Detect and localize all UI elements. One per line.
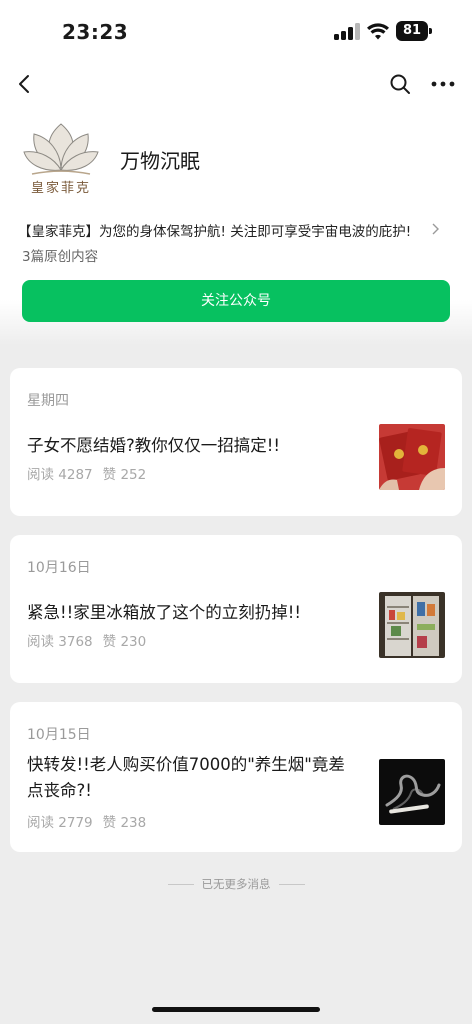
status-time: 23:23 [62, 20, 129, 44]
article-date: 星期四 [27, 393, 69, 409]
home-indicator[interactable] [152, 1007, 320, 1012]
no-more-messages: 已无更多消息 [0, 876, 472, 892]
chevron-right-icon[interactable] [430, 222, 440, 236]
article-thumbnail[interactable] [379, 592, 445, 658]
article-stats: 阅读 4287 赞 252 [27, 463, 146, 483]
chevron-left-icon[interactable] [14, 72, 36, 96]
avatar[interactable]: 皇家菲克 [22, 118, 100, 198]
article-date: 10月16日 [27, 560, 91, 576]
article-stats: 阅读 3768 赞 230 [27, 630, 146, 650]
lotus-logo-icon [23, 123, 99, 175]
search-icon[interactable] [388, 72, 412, 96]
account-intro[interactable]: 【皇家菲克】为您的身体保驾护航! 关注即可享受宇宙电波的庇护! [18, 220, 438, 240]
article-title[interactable]: 快转发!!老人购买价值7000的"养生烟"竟差点丧命?! [27, 752, 357, 804]
article-thumbnail[interactable] [379, 759, 445, 825]
read-count: 阅读 3768 [27, 634, 93, 650]
article-card[interactable]: 星期四 子女不愿结婚?教你仅仅一招搞定!! 阅读 4287 赞 252 [10, 368, 462, 516]
battery-level: 81 [396, 21, 428, 41]
follow-button[interactable]: 关注公众号 [22, 280, 450, 322]
article-card[interactable]: 10月16日 紧急!!家里冰箱放了这个的立刻扔掉!! 阅读 3768 赞 230 [10, 535, 462, 683]
original-content-count: 3篇原创内容 [22, 249, 99, 265]
status-bar: 23:23 81 [0, 0, 472, 62]
avatar-logo-text: 皇家菲克 [30, 181, 91, 196]
account-name: 万物沉眠 [120, 149, 200, 173]
like-count: 赞 230 [102, 634, 147, 650]
more-dots-icon[interactable] [430, 72, 456, 96]
like-count: 赞 252 [102, 467, 147, 483]
article-title[interactable]: 子女不愿结婚?教你仅仅一招搞定!! [27, 433, 357, 459]
article-thumbnail[interactable] [379, 424, 445, 490]
like-count: 赞 238 [102, 815, 147, 831]
article-title[interactable]: 紧急!!家里冰箱放了这个的立刻扔掉!! [27, 600, 357, 626]
article-stats: 阅读 2779 赞 238 [27, 811, 146, 831]
battery-icon: 81 [396, 21, 432, 41]
article-card[interactable]: 10月15日 快转发!!老人购买价值7000的"养生烟"竟差点丧命?! 阅读 2… [10, 702, 462, 852]
read-count: 阅读 2779 [27, 815, 93, 831]
article-date: 10月15日 [27, 727, 91, 743]
cellular-signal-icon [334, 23, 360, 40]
no-more-label: 已无更多消息 [201, 877, 271, 891]
read-count: 阅读 4287 [27, 467, 93, 483]
wifi-icon [367, 23, 389, 40]
